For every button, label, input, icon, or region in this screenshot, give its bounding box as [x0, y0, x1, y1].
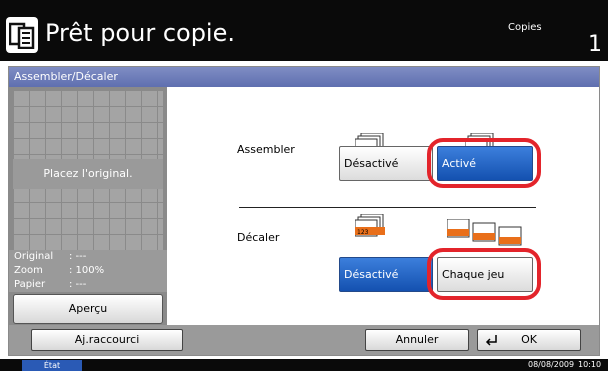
- decaler-highlight: [427, 248, 541, 300]
- panel-title: Assembler/Décaler: [9, 67, 599, 87]
- copy-icon: [6, 17, 38, 53]
- copies-count: 1: [588, 32, 602, 57]
- offset-off-icon-text: 123: [357, 229, 369, 236]
- add-shortcut-button[interactable]: Aj.raccourci: [31, 329, 183, 351]
- cancel-button[interactable]: Annuler: [365, 329, 469, 351]
- status-date: 08/08/2009: [528, 360, 575, 369]
- info-value: : ---: [69, 251, 87, 262]
- bottom-bar: Aj.raccourci Annuler OK: [9, 325, 599, 355]
- info-row-original: Original : ---: [9, 250, 167, 264]
- status-button[interactable]: État: [22, 360, 82, 371]
- apercu-button[interactable]: Aperçu: [13, 294, 163, 324]
- decaler-label: Décaler: [237, 231, 280, 244]
- info-row-zoom: Zoom : 100%: [9, 264, 167, 278]
- assembler-decaler-panel: Assembler/Décaler Placez l'original. Ori…: [8, 66, 600, 356]
- offset-each-set-icon: [447, 219, 522, 246]
- assembler-highlight: [427, 138, 541, 188]
- page-title: Prêt pour copie.: [45, 19, 235, 47]
- decaler-off-button[interactable]: Désactivé: [339, 257, 433, 292]
- header-bar: Prêt pour copie. Copies 1: [0, 0, 608, 61]
- status-time: 10:10: [578, 360, 602, 369]
- status-bar: État 08/08/2009 10:10: [0, 359, 608, 371]
- info-value: : 100%: [69, 265, 105, 276]
- info-label: Original: [14, 251, 54, 262]
- preview-message: Placez l'original.: [13, 159, 163, 189]
- assembler-off-button[interactable]: Désactivé: [339, 146, 433, 181]
- section-divider: [239, 207, 536, 208]
- enter-icon: [485, 335, 497, 346]
- offset-off-icon: 123: [355, 214, 385, 237]
- ok-button[interactable]: OK: [477, 329, 581, 351]
- info-label: Papier: [14, 279, 46, 290]
- info-label: Zoom: [14, 265, 43, 276]
- info-row-papier: Papier : ---: [9, 278, 167, 292]
- info-value: : ---: [69, 279, 87, 290]
- assembler-label: Assembler: [237, 143, 295, 156]
- copies-label: Copies: [508, 22, 542, 33]
- ok-label: OK: [521, 333, 537, 346]
